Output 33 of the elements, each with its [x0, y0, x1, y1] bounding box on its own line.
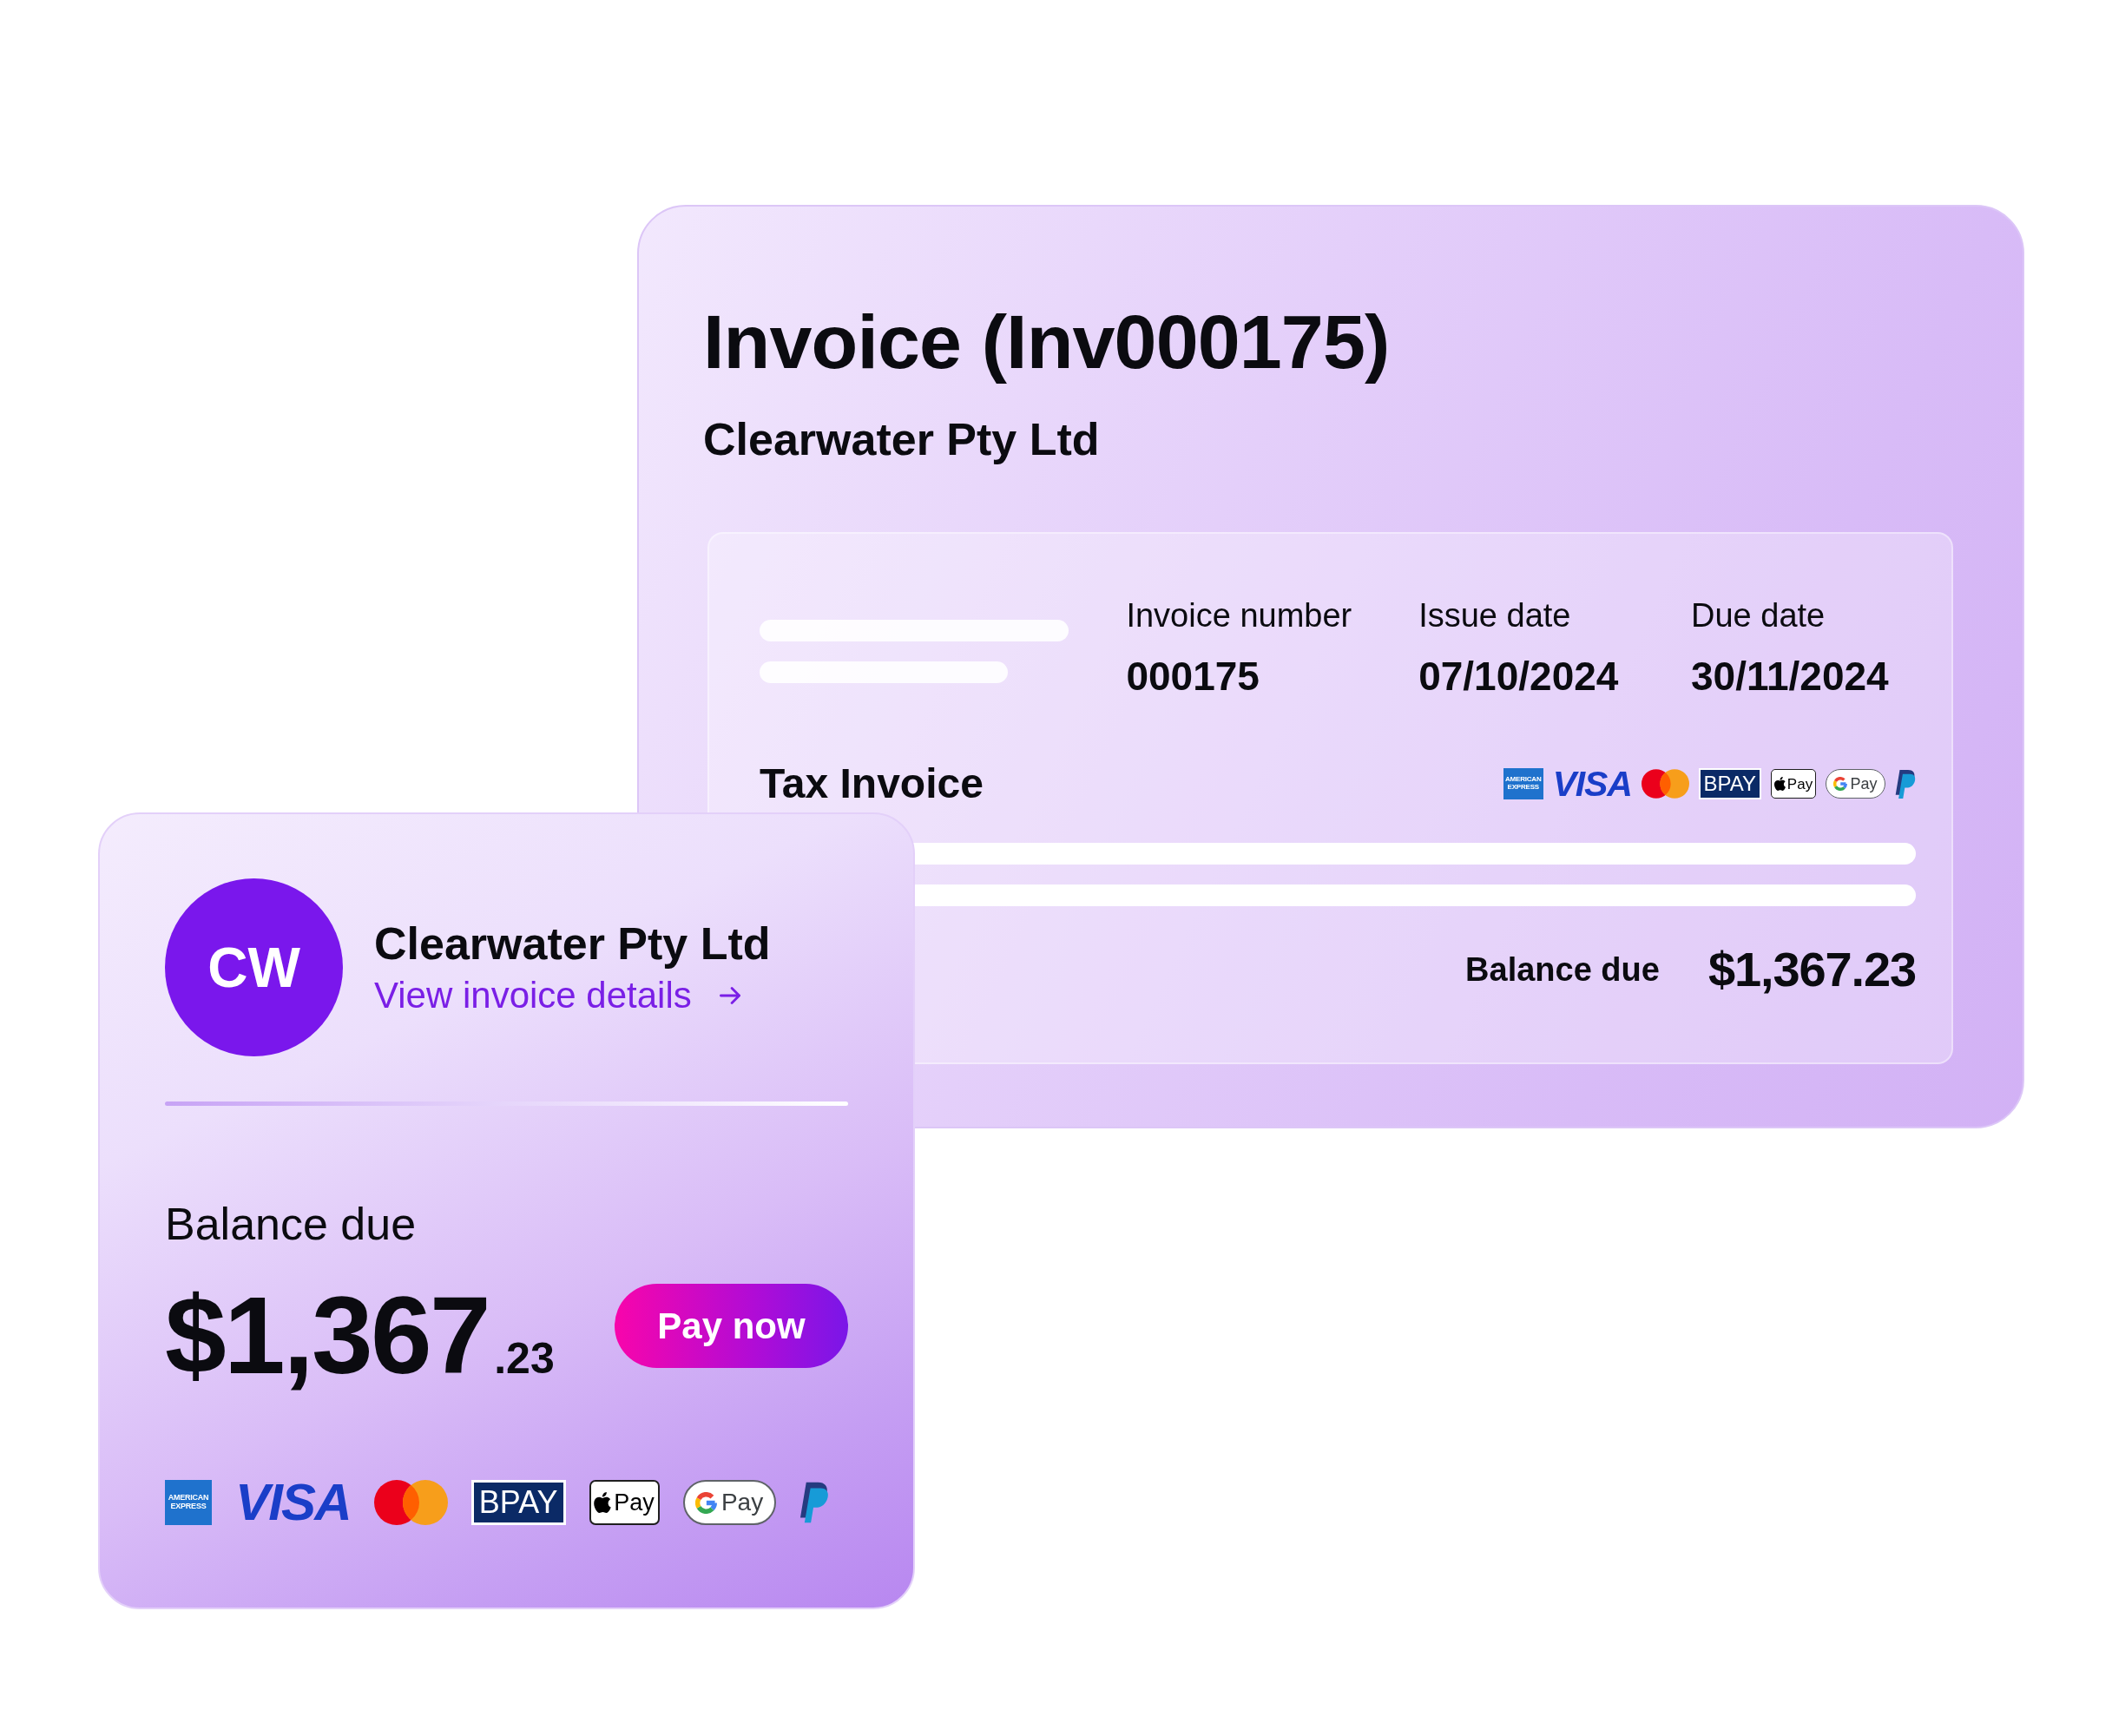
pay-label: Pay [720, 1490, 764, 1515]
amex-logo: AMERICAN EXPRESS [1503, 768, 1543, 799]
apple-icon [594, 1492, 612, 1513]
mastercard-icon [1641, 768, 1689, 799]
field-label: Invoice number [1126, 599, 1353, 632]
paypal-icon [1895, 768, 1916, 799]
balance-label: Balance due [165, 1201, 418, 1246]
paypal-icon [799, 1481, 829, 1524]
balance-label: Balance due [1465, 953, 1660, 986]
g-logo-icon [1833, 777, 1848, 791]
pay-label: Pay [614, 1490, 655, 1515]
apple-icon [1773, 777, 1786, 791]
balance-amount: $1,367.23 [1707, 945, 1916, 994]
amex-logo: AMERICAN EXPRESS [165, 1480, 212, 1525]
field-label: Issue date [1418, 599, 1572, 632]
pay-label: Pay [1786, 776, 1813, 792]
section-title: Tax Invoice [760, 763, 984, 805]
field-value: 30/11/2024 [1691, 656, 1890, 696]
field-value: 000175 [1126, 656, 1260, 696]
field-label: Due date [1691, 599, 1826, 632]
g-logo-icon [694, 1491, 717, 1514]
view-details-link[interactable]: View invoice details [374, 977, 771, 1014]
pay-now-button[interactable]: Pay now [615, 1284, 848, 1368]
bpay-logo: BPAY [470, 1480, 566, 1525]
bpay-logo: BPAY [1698, 768, 1761, 799]
pay-label: Pay [1850, 776, 1878, 792]
balance-amount: $1,367.23 [165, 1280, 555, 1391]
visa-logo: VISA [235, 1480, 351, 1525]
mastercard-icon [373, 1480, 448, 1525]
field-value: 07/10/2024 [1418, 656, 1620, 696]
arrow-right-icon [719, 987, 740, 1004]
avatar: CW [165, 878, 343, 1056]
visa-logo: VISA [1552, 768, 1632, 799]
